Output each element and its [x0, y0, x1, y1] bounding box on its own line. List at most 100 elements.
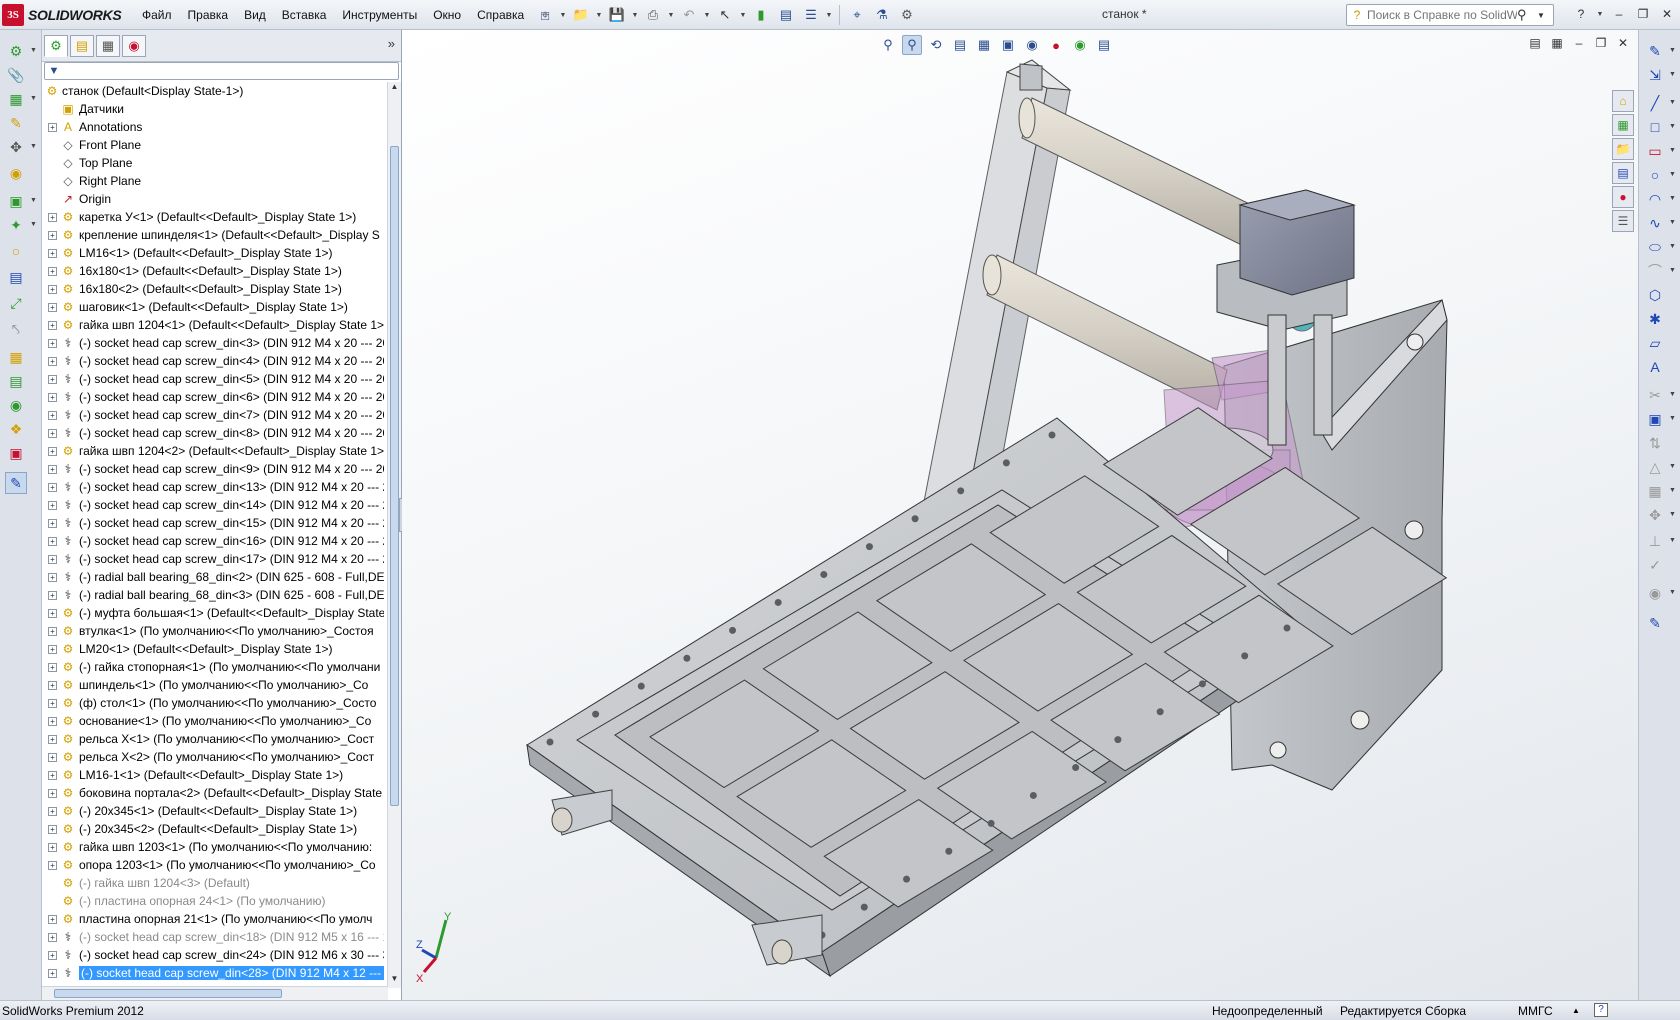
quick-snaps-icon[interactable]: ◉	[1644, 582, 1666, 604]
feature-manager-tab[interactable]: ⚙	[44, 35, 68, 57]
sketch-tool-icon[interactable]: ✎	[5, 472, 27, 494]
smart-dimension-icon[interactable]: ⇲	[1644, 64, 1666, 86]
open-folder-icon[interactable]: 📁	[570, 4, 592, 26]
tree-item[interactable]: + ⚕ (-) socket head cap screw_din<15> (DIN…	[42, 514, 388, 532]
slot-icon[interactable]: ▭	[1644, 140, 1666, 162]
expand-toggle-icon[interactable]: +	[48, 464, 57, 474]
circle-dropdown-icon[interactable]: ▼	[1669, 171, 1676, 178]
assembly-features-icon[interactable]: ▣	[5, 190, 27, 212]
tree-item[interactable]: + ⚙ гайка швп 1204<2> (Default<<Default>_D…	[42, 442, 388, 460]
tree-item[interactable]: + ⚕ (-) socket head cap screw_din<28> (DIN…	[42, 964, 388, 982]
edit-component-icon[interactable]: ✎	[5, 112, 27, 134]
explode-line-sketch-icon[interactable]: ⤣	[5, 318, 27, 340]
expand-toggle-icon[interactable]: +	[48, 230, 57, 240]
expand-toggle-icon[interactable]: +	[48, 374, 57, 384]
rectangle-icon[interactable]: □	[1644, 116, 1666, 138]
tree-item[interactable]: + ⚙ основание<1> (По умолчанию<<По умолчан…	[42, 712, 388, 730]
search-icon[interactable]: ⚲	[1517, 7, 1537, 23]
display-style-icon[interactable]: ▣	[998, 35, 1018, 55]
expand-toggle-icon[interactable]: +	[48, 122, 57, 132]
mirror-dropdown-icon[interactable]: ▼	[1669, 463, 1676, 470]
viewport-close-icon[interactable]: ✕	[1614, 34, 1632, 52]
circle-icon[interactable]: ○	[1644, 164, 1666, 186]
linear-pattern-icon[interactable]: ▦	[1644, 480, 1666, 502]
line-dropdown-icon[interactable]: ▼	[1669, 99, 1676, 106]
undo-icon[interactable]: ↶	[678, 4, 700, 26]
scroll-down-icon[interactable]: ▼	[388, 974, 401, 988]
insert-component-icon[interactable]: ⚙	[5, 40, 27, 62]
scroll-thumb[interactable]	[390, 146, 399, 806]
tree-item[interactable]: + ⚙ (ф) стол<1> (По умолчанию<<По умолчани…	[42, 694, 388, 712]
rectangle-dropdown-icon[interactable]: ▼	[1669, 123, 1676, 130]
search-dropdown-icon[interactable]: ▼	[1537, 11, 1547, 20]
expand-toggle-icon[interactable]: +	[48, 914, 57, 924]
expand-toggle-icon[interactable]: +	[48, 536, 57, 546]
move-entities-dropdown-icon[interactable]: ▼	[1669, 511, 1676, 518]
expand-toggle-icon[interactable]: +	[48, 734, 57, 744]
custom-properties-tab[interactable]: ☰	[1612, 210, 1634, 232]
expand-toggle-icon[interactable]: +	[48, 698, 57, 708]
expand-toggle-icon[interactable]: +	[48, 590, 57, 600]
select-arrow-icon[interactable]: ↖	[714, 4, 736, 26]
pattern-sketch-dropdown-icon[interactable]: ▼	[1669, 487, 1676, 494]
expand-toggle-icon[interactable]: +	[48, 608, 57, 618]
tree-item[interactable]: + ⚙ шпиндель<1> (По умолчанию<<По умолчани…	[42, 676, 388, 694]
close-icon[interactable]: ✕	[1658, 5, 1676, 23]
tree-item[interactable]: + ⚙ гайка швп 1203<1> (По умолчанию<<По ум…	[42, 838, 388, 856]
convert-entities-icon[interactable]: ▣	[1644, 408, 1666, 430]
options-dropdown-icon[interactable]: ▼	[825, 12, 833, 19]
select-dropdown-icon[interactable]: ▼	[739, 12, 747, 19]
relations-dropdown-icon[interactable]: ▼	[1669, 537, 1676, 544]
expand-toggle-icon[interactable]: +	[48, 806, 57, 816]
restore-icon[interactable]: ❐	[1634, 5, 1652, 23]
tree-item[interactable]: + ⚙ 16x180<2> (Default<<Default>_Display S…	[42, 280, 388, 298]
menu-item[interactable]: Правка	[180, 8, 237, 22]
sketch-icon[interactable]: ✎	[1644, 40, 1666, 62]
interference-detection-icon[interactable]: ▦	[5, 346, 27, 368]
tree-item[interactable]: + ⚙ (-) муфта большая<1> (Default<<Default…	[42, 604, 388, 622]
measure-icon[interactable]: ⌖	[846, 4, 868, 26]
solidworks-logo[interactable]: 3S SOLIDWORKS	[2, 4, 130, 26]
fillet-dropdown-icon[interactable]: ▼	[1669, 267, 1676, 274]
save-dropdown-icon[interactable]: ▼	[631, 12, 639, 19]
expand-toggle-icon[interactable]: +	[48, 662, 57, 672]
tree-item[interactable]: + ⚙ рельса Х<2> (По умолчанию<<По умолчани…	[42, 748, 388, 766]
tree-item[interactable]: + ⚙ LM20<1> (Default<<Default>_Display Sta…	[42, 640, 388, 658]
fillet-icon[interactable]: ⌒	[1644, 260, 1666, 282]
text-icon[interactable]: A	[1644, 356, 1666, 378]
spline-dropdown-icon[interactable]: ▼	[1669, 219, 1676, 226]
point-icon[interactable]: ✱	[1644, 308, 1666, 330]
expand-toggle-icon[interactable]: +	[48, 644, 57, 654]
file-properties-icon[interactable]: ▤	[775, 4, 797, 26]
unit-system[interactable]: ММГС	[1518, 1004, 1553, 1018]
slot-dropdown-icon[interactable]: ▼	[1669, 147, 1676, 154]
expand-toggle-icon[interactable]: +	[48, 716, 57, 726]
tree-item[interactable]: + ⚕ (-) socket head cap screw_din<18> (DIN…	[42, 928, 388, 946]
features-dropdown-icon[interactable]: ▼	[30, 197, 37, 204]
viewport-minimize-icon[interactable]: –	[1570, 34, 1588, 52]
zoom-to-fit-icon[interactable]: ⚲	[878, 35, 898, 55]
save-icon[interactable]: 💾	[606, 4, 628, 26]
tree-item[interactable]: ⚙ (-) пластина опорная 24<1> (По умолчани…	[42, 892, 388, 910]
tree-item[interactable]: + ⚙ пластина опорная 21<1> (По умолчанию<<…	[42, 910, 388, 928]
menu-item[interactable]: Вид	[236, 8, 274, 22]
tree-item[interactable]: + ⚕ (-) radial ball bearing_68_din<2> (DIN…	[42, 568, 388, 586]
view-settings-icon[interactable]: ▤	[1094, 35, 1114, 55]
solidworks-resources-tab[interactable]: ⌂	[1612, 90, 1634, 112]
spline-icon[interactable]: ∿	[1644, 212, 1666, 234]
expand-toggle-icon[interactable]: +	[48, 626, 57, 636]
viewport-restore-icon[interactable]: ❐	[1592, 34, 1610, 52]
insert-component-dropdown-icon[interactable]: ▼	[30, 47, 37, 54]
expand-toggle-icon[interactable]: +	[48, 842, 57, 852]
move-component-icon[interactable]: ✥	[5, 136, 27, 158]
expand-toggle-icon[interactable]: +	[48, 968, 57, 978]
tree-item[interactable]: + ⚕ (-) socket head cap screw_din<9> (DIN …	[42, 460, 388, 478]
trim-dropdown-icon[interactable]: ▼	[1669, 391, 1676, 398]
convert-dropdown-icon[interactable]: ▼	[1669, 415, 1676, 422]
tree-item[interactable]: + ⚙ крепление шпинделя<1> (Default<<Defaul…	[42, 226, 388, 244]
arc-dropdown-icon[interactable]: ▼	[1669, 195, 1676, 202]
tree-item[interactable]: + ⚙ (-) гайка стопорная<1> (По умолчанию<<…	[42, 658, 388, 676]
expand-toggle-icon[interactable]: +	[48, 410, 57, 420]
tree-item[interactable]: + ⚕ (-) socket head cap screw_din<4> (DIN …	[42, 352, 388, 370]
tree-item[interactable]: + ⚙ гайка швп 1204<1> (Default<<Default>_D…	[42, 316, 388, 334]
